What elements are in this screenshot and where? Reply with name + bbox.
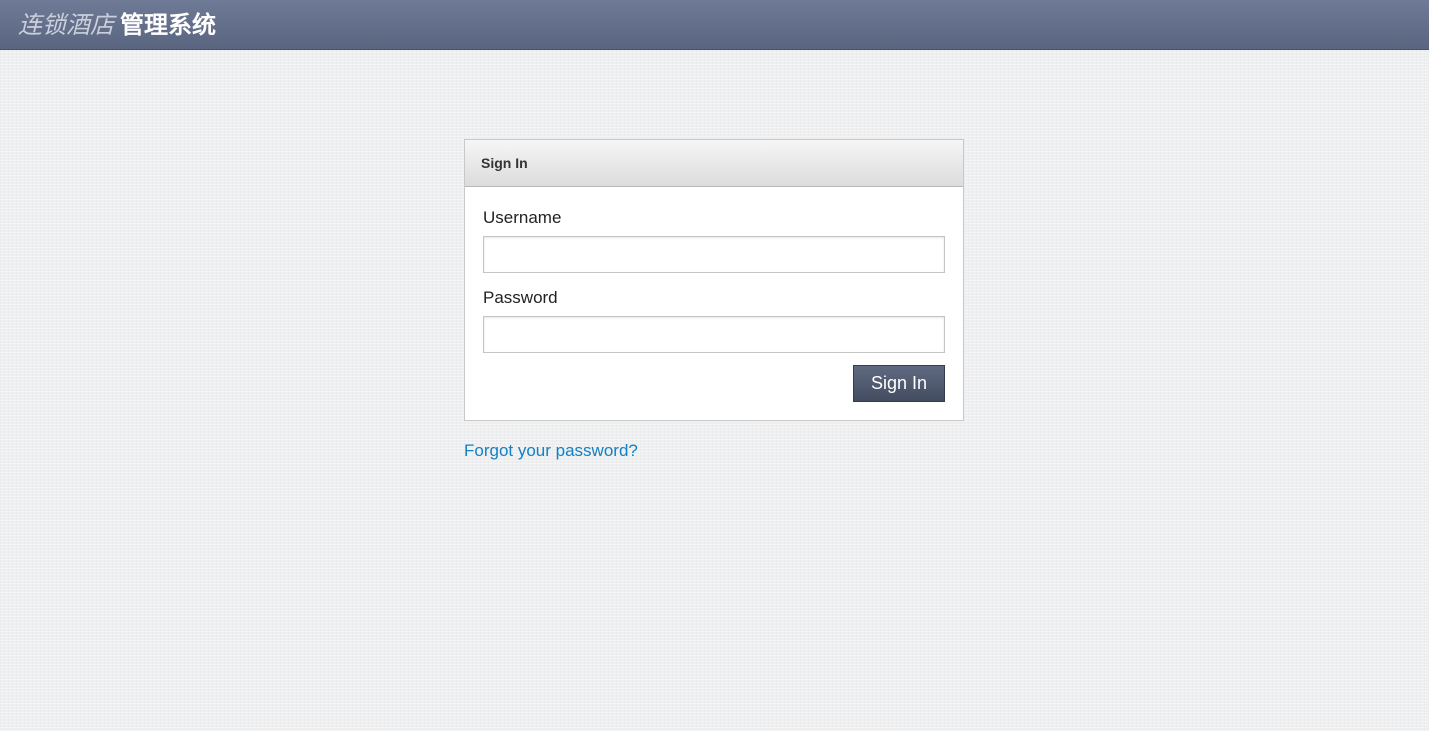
password-label: Password (483, 288, 558, 307)
brand-management-system-text: 管理系统 (120, 10, 216, 39)
username-label: Username (483, 208, 562, 227)
brand-hotel-chain-text: 连锁酒店 (18, 11, 114, 39)
password-input[interactable] (483, 316, 945, 353)
forgot-password-link[interactable]: Forgot your password? (464, 441, 638, 461)
username-input[interactable] (483, 236, 945, 273)
app-brand: 连锁酒店 管理系统 (18, 9, 216, 41)
panel-title: Sign In (481, 155, 528, 171)
top-header-bar: 连锁酒店 管理系统 (0, 0, 1429, 50)
panel-header: Sign In (465, 140, 963, 187)
sign-in-panel: Sign In Username Password Sign In (464, 139, 964, 421)
sign-in-button[interactable]: Sign In (853, 365, 945, 402)
